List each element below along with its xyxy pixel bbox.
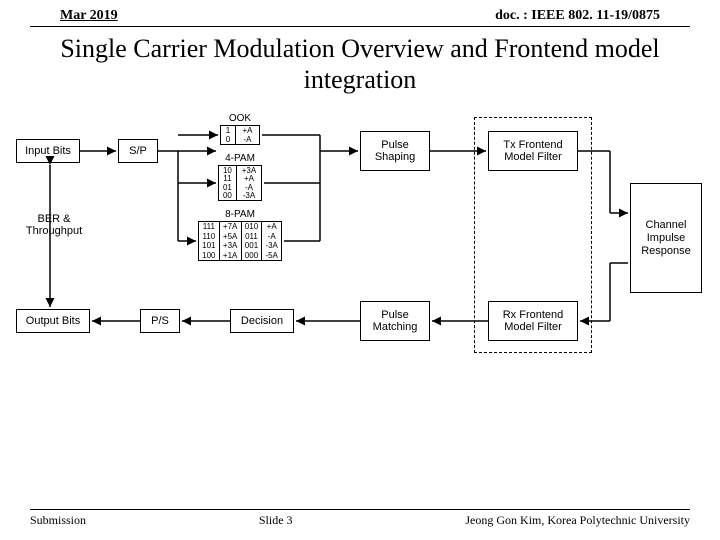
header-date: Mar 2019 (60, 8, 118, 24)
page-title: Single Carrier Modulation Overview and F… (0, 33, 720, 95)
block-pulse-matching: Pulse Matching (360, 301, 430, 341)
footer-left: Submission (30, 513, 86, 528)
table-pam4: 10+3A 11+A 01-A 00-3A (218, 165, 262, 201)
label-ber: BER & Throughput (22, 213, 86, 237)
label-ook: OOK (220, 113, 260, 124)
block-decision: Decision (230, 309, 294, 333)
label-pam8: 8-PAM (202, 209, 278, 220)
block-input-bits: Input Bits (16, 139, 80, 163)
table-pam8: 111+7A010+A 110+5A011-A 101+3A001-3A 100… (198, 221, 282, 261)
label-pam4: 4-PAM (218, 153, 262, 164)
footer-center: Slide 3 (259, 513, 293, 528)
table-ook: 1+A0-A (220, 125, 260, 145)
block-output-bits: Output Bits (16, 309, 90, 333)
block-ps: P/S (140, 309, 180, 333)
block-channel: Channel Impulse Response (630, 183, 702, 293)
block-diagram: Input Bits S/P Pulse Shaping Tx Frontend… (10, 113, 710, 413)
block-pulse-shaping: Pulse Shaping (360, 131, 430, 171)
block-sp: S/P (118, 139, 158, 163)
footer-right: Jeong Gon Kim, Korea Polytechnic Univers… (465, 513, 690, 528)
dashed-frontend-group (474, 117, 592, 353)
header-doc: doc. : IEEE 802. 11-19/0875 (495, 8, 660, 24)
